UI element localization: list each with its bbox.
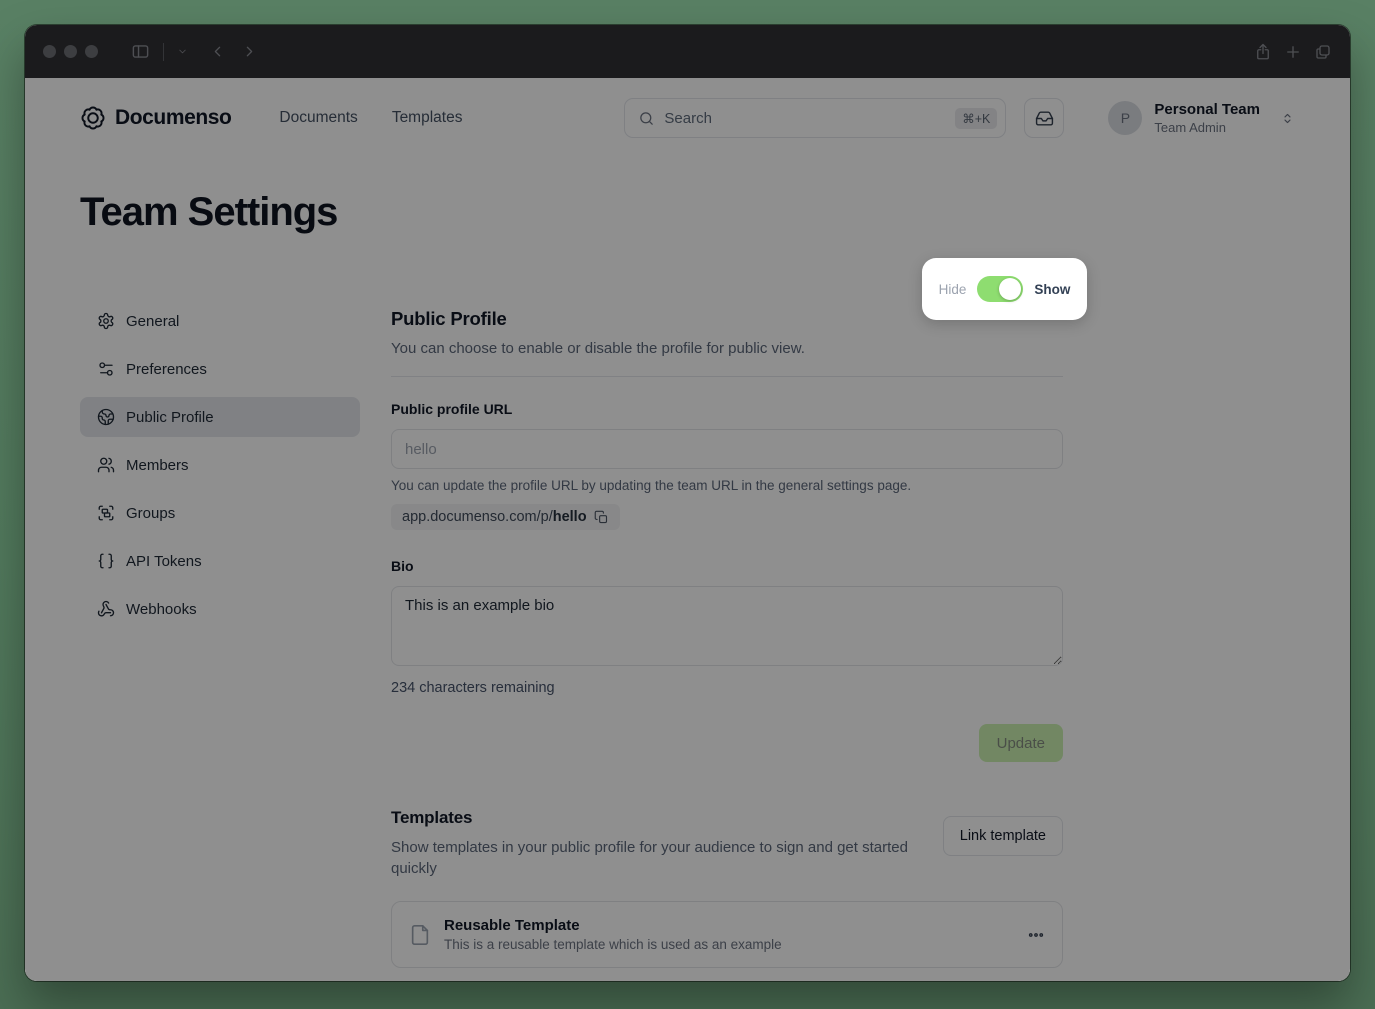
ellipsis-menu-icon[interactable]: [1027, 926, 1045, 944]
sidebar-item-label: Webhooks: [126, 601, 197, 618]
profile-url-input[interactable]: [391, 429, 1063, 469]
section-title-templates: Templates: [391, 808, 921, 828]
sidebar-item-label: Preferences: [126, 361, 207, 378]
search-box[interactable]: ⌘+K: [624, 98, 1006, 138]
update-button[interactable]: Update: [979, 724, 1063, 762]
section-divider: [391, 376, 1063, 377]
sidebar-toggle-icon[interactable]: [131, 42, 150, 61]
forward-icon[interactable]: [241, 43, 258, 60]
sidebar-item-preferences[interactable]: Preferences: [80, 349, 360, 389]
team-selector[interactable]: P Personal Team Team Admin: [1108, 101, 1295, 135]
sidebar-item-webhooks[interactable]: Webhooks: [80, 589, 360, 629]
webhook-icon: [97, 600, 115, 618]
page-content: Documenso Documents Templates ⌘+K P: [25, 78, 1350, 981]
main-nav: Documents Templates: [279, 109, 462, 127]
sidebar-item-members[interactable]: Members: [80, 445, 360, 485]
braces-icon: [97, 552, 115, 570]
avatar: P: [1108, 101, 1142, 135]
team-role: Team Admin: [1154, 120, 1260, 135]
public-profile-panel: Public Profile You can choose to enable …: [391, 301, 1063, 968]
close-window-icon[interactable]: [43, 45, 56, 58]
zoom-window-icon[interactable]: [85, 45, 98, 58]
section-title-public-profile: Public Profile: [391, 308, 805, 330]
sidebar-item-label: Public Profile: [126, 409, 214, 426]
new-tab-icon[interactable]: [1284, 43, 1302, 61]
bio-field-label: Bio: [391, 558, 1063, 574]
toggle-spotlight: Hide Show: [922, 258, 1087, 320]
app-header: Documenso Documents Templates ⌘+K P: [80, 78, 1295, 142]
share-icon[interactable]: [1254, 43, 1272, 61]
templates-description: Show templates in your public profile fo…: [391, 838, 921, 879]
sidebar-item-label: General: [126, 313, 179, 330]
inbox-icon: [1035, 109, 1054, 128]
gear-icon: [97, 312, 115, 330]
team-name: Personal Team: [1154, 101, 1260, 120]
copy-icon[interactable]: [594, 510, 609, 525]
back-icon[interactable]: [209, 43, 226, 60]
chevrons-up-down-icon: [1280, 111, 1295, 126]
brand[interactable]: Documenso: [80, 105, 231, 131]
inbox-button[interactable]: [1024, 98, 1064, 138]
titlebar: [25, 25, 1350, 78]
page-title: Team Settings: [80, 190, 1295, 235]
template-list-item[interactable]: Reusable Template This is a reusable tem…: [391, 901, 1063, 968]
section-description: You can choose to enable or disable the …: [391, 340, 805, 357]
url-help-text: You can update the profile URL by updati…: [391, 478, 1063, 493]
toggle-show-label: Show: [1034, 282, 1070, 297]
url-field-label: Public profile URL: [391, 401, 1063, 417]
titlebar-divider: [163, 43, 164, 61]
link-template-button[interactable]: Link template: [943, 816, 1063, 856]
toggle-knob: [999, 278, 1021, 300]
bio-textarea[interactable]: This is an example bio: [391, 586, 1063, 666]
characters-remaining: 234 characters remaining: [391, 680, 1063, 696]
sidebar-item-label: API Tokens: [126, 553, 202, 570]
sidebar-item-api-tokens[interactable]: API Tokens: [80, 541, 360, 581]
settings-sidebar: General Preferences Public Profile: [80, 301, 360, 968]
sidebar-item-label: Members: [126, 457, 189, 474]
url-prefix: app.documenso.com/p/: [402, 509, 553, 525]
template-title: Reusable Template: [444, 917, 782, 934]
search-input[interactable]: [664, 110, 955, 127]
nav-templates[interactable]: Templates: [392, 109, 463, 127]
minimize-window-icon[interactable]: [64, 45, 77, 58]
globe-icon: [97, 408, 115, 426]
documenso-logo-icon: [80, 105, 106, 131]
search-icon: [638, 110, 655, 127]
template-subtitle: This is a reusable template which is use…: [444, 937, 782, 952]
sidebar-item-general[interactable]: General: [80, 301, 360, 341]
profile-url-preview: app.documenso.com/p/hello: [391, 504, 620, 530]
sidebar-item-label: Groups: [126, 505, 175, 522]
url-slug: hello: [553, 509, 587, 525]
browser-window: Documenso Documents Templates ⌘+K P: [25, 25, 1350, 981]
users-icon: [97, 456, 115, 474]
sidebar-item-groups[interactable]: Groups: [80, 493, 360, 533]
profile-visibility-toggle[interactable]: [977, 276, 1023, 302]
nav-documents[interactable]: Documents: [279, 109, 357, 127]
group-icon: [97, 504, 115, 522]
tab-overview-icon[interactable]: [1314, 43, 1332, 61]
traffic-lights[interactable]: [43, 45, 98, 58]
sliders-icon: [97, 360, 115, 378]
brand-name: Documenso: [115, 106, 231, 130]
search-shortcut: ⌘+K: [955, 108, 997, 129]
toggle-hide-label: Hide: [939, 282, 967, 297]
chevron-down-icon[interactable]: [177, 46, 188, 57]
sidebar-item-public-profile[interactable]: Public Profile: [80, 397, 360, 437]
file-icon: [409, 924, 431, 946]
